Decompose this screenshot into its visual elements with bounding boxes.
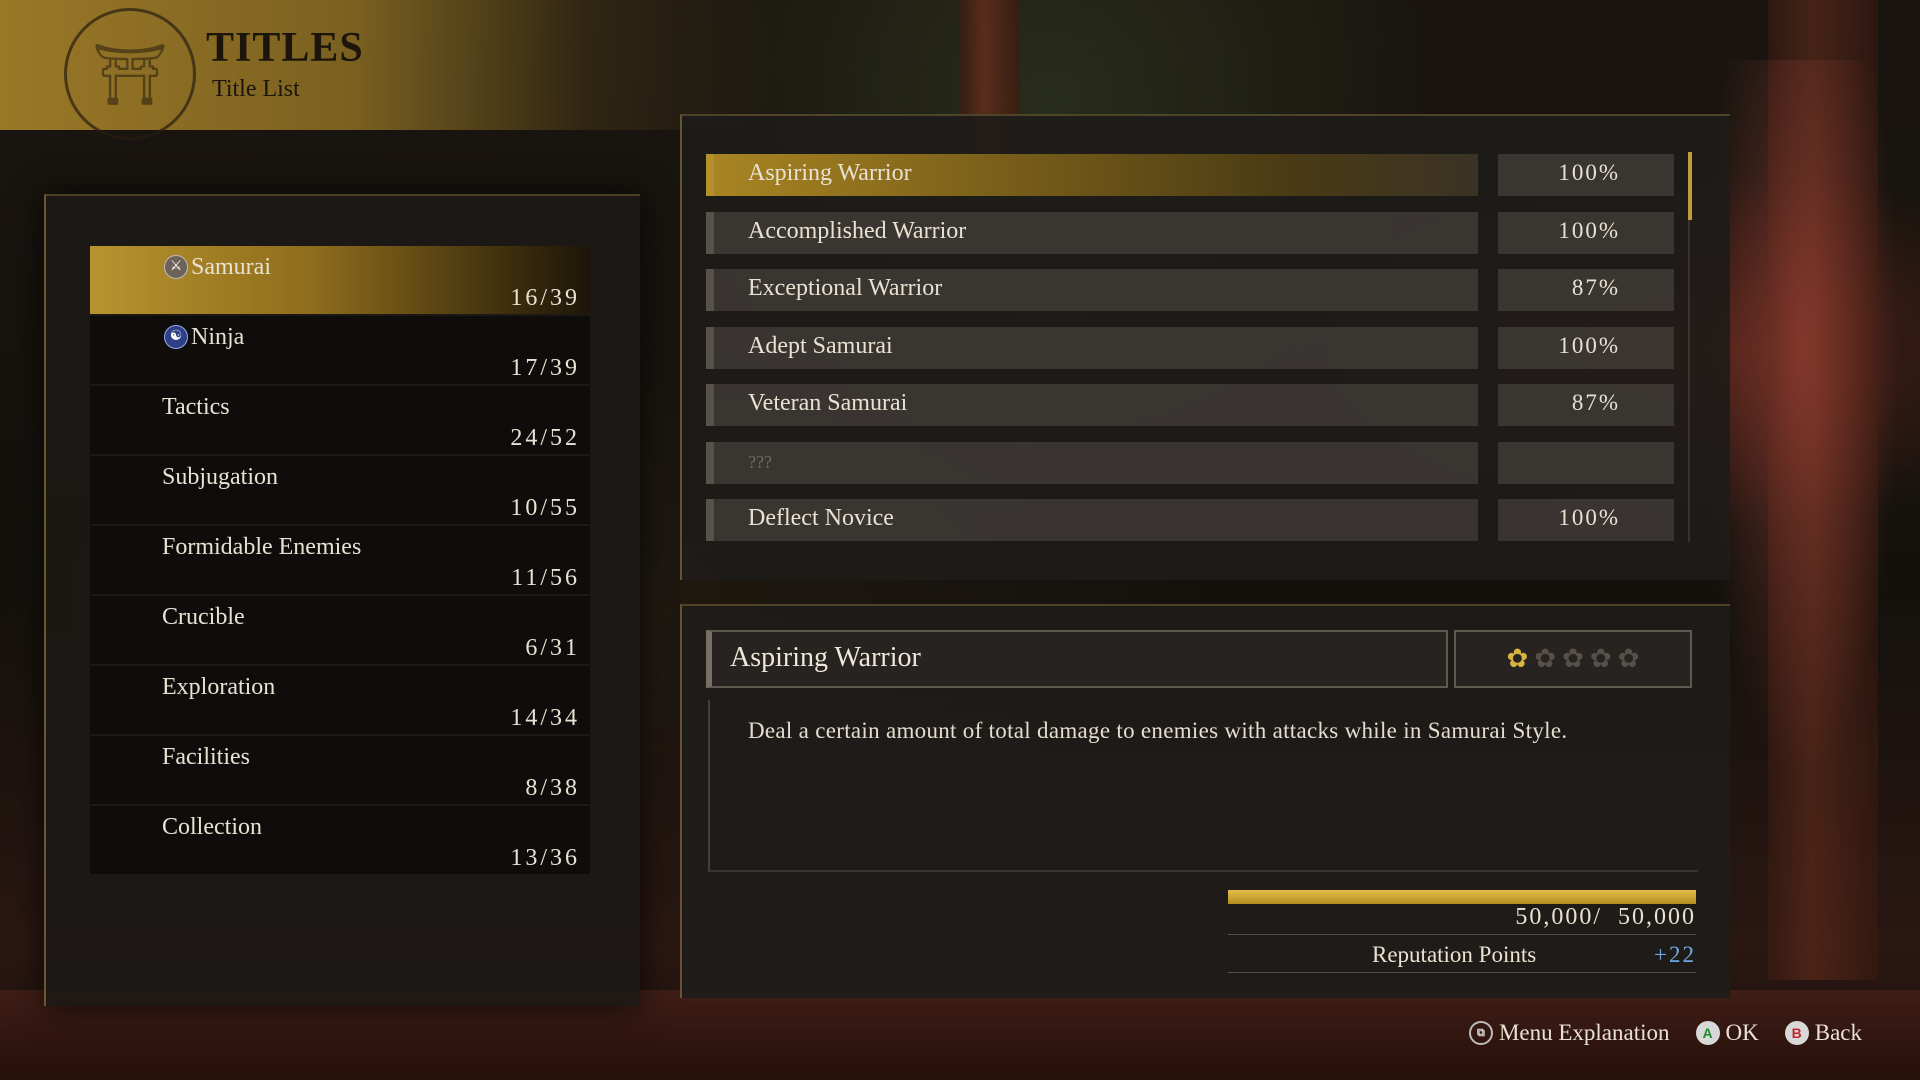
category-item[interactable]: Formidable Enemies 11/56 <box>90 526 590 594</box>
back-label: Back <box>1814 1020 1862 1045</box>
title-name: Exceptional Warrior <box>748 275 943 301</box>
category-label: Crucible <box>162 604 245 630</box>
title-row[interactable]: Exceptional Warrior 87% <box>706 269 1674 311</box>
category-item[interactable]: Collection 13/36 <box>90 806 590 874</box>
category-count: 14/34 <box>510 705 580 731</box>
category-label: Exploration <box>162 674 276 700</box>
category-item[interactable]: Facilities 8/38 <box>90 736 590 804</box>
category-count: 24/52 <box>510 425 580 451</box>
title-row[interactable]: ??? <box>706 441 1674 484</box>
category-item[interactable]: Exploration 14/34 <box>90 666 590 734</box>
title-name-cell: Accomplished Warrior <box>706 211 1478 254</box>
category-count: 8/38 <box>525 775 580 801</box>
title-name-cell: Adept Samurai <box>706 326 1478 369</box>
shrine-emblem-icon: ⛩ <box>64 8 196 140</box>
title-name-cell: Aspiring Warrior <box>706 154 1478 196</box>
title-name-cell: Deflect Novice <box>706 499 1478 541</box>
rank-flower-filled-icon: ✿ <box>1506 644 1529 673</box>
title-name: Deflect Novice <box>748 505 894 531</box>
title-percent: 87% <box>1571 275 1620 300</box>
reputation-value: +22 <box>1654 942 1696 967</box>
divider <box>1228 972 1696 973</box>
page-title: TITLES <box>206 25 364 71</box>
title-percent-cell: 100% <box>1498 326 1674 369</box>
background-character <box>1700 60 1900 780</box>
a-button-icon: A <box>1695 1021 1720 1045</box>
samurai-style-icon: ⚔ <box>164 255 188 279</box>
title-percent-cell: 87% <box>1498 269 1674 311</box>
category-label: Ninja <box>191 324 245 350</box>
category-item[interactable]: Tactics 24/52 <box>90 386 590 454</box>
rank-flower-empty-icon: ✿ <box>1589 644 1612 673</box>
view-button-icon: ⧉ <box>1468 1021 1493 1045</box>
category-label: Collection <box>162 814 262 840</box>
category-label: Tactics <box>162 394 230 420</box>
title-row[interactable]: Deflect Novice 100% <box>706 499 1674 541</box>
title-name-cell: Exceptional Warrior <box>706 269 1478 311</box>
title-percent-cell <box>1498 441 1674 484</box>
progress-bar <box>1228 890 1696 904</box>
detail-description: Deal a certain amount of total damage to… <box>748 718 1568 743</box>
title-row[interactable]: Adept Samurai 100% <box>706 326 1674 369</box>
controls-footer: ⧉ Menu Explanation A OK B Back <box>1468 1020 1862 1046</box>
category-label: Formidable Enemies <box>162 534 362 560</box>
title-percent-cell: 100% <box>1498 154 1674 196</box>
title-list: Aspiring Warrior 100% Accomplished Warrior… <box>706 154 1674 557</box>
rank-flower-empty-icon: ✿ <box>1562 644 1584 673</box>
ninja-style-icon: ☯ <box>164 325 188 349</box>
category-list: ⚔ Samurai 16/39 ☯ Ninja 17/39 Tactics 24/52 Subj… <box>90 246 590 876</box>
rank-rating: ✿ ✿ ✿ ✿ ✿ <box>1454 630 1692 688</box>
title-percent: 100% <box>1558 160 1620 185</box>
title-name: ??? <box>748 451 772 472</box>
title-name: Veteran Samurai <box>748 390 908 416</box>
category-label: Subjugation <box>162 464 279 490</box>
detail-title-name: Aspiring Warrior <box>730 642 921 673</box>
back-button[interactable]: B Back <box>1784 1020 1862 1046</box>
divider <box>1228 934 1696 935</box>
title-row[interactable]: Accomplished Warrior 100% <box>706 211 1674 254</box>
category-count: 6/31 <box>525 635 580 661</box>
progress-bar-fill <box>1228 890 1696 904</box>
title-percent: 100% <box>1558 332 1620 358</box>
title-name-cell: Veteran Samurai <box>706 384 1478 426</box>
title-percent-cell: 100% <box>1498 211 1674 254</box>
reputation-label: Reputation Points <box>1372 942 1537 967</box>
category-item[interactable]: Subjugation 10/55 <box>90 456 590 524</box>
title-percent-cell: 100% <box>1498 499 1674 541</box>
b-button-icon: B <box>1784 1021 1809 1045</box>
category-count: 17/39 <box>510 355 580 381</box>
menu-explanation-button[interactable]: ⧉ Menu Explanation <box>1468 1020 1670 1046</box>
title-percent: 100% <box>1558 217 1620 243</box>
category-item[interactable]: ⚔ Samurai 16/39 <box>90 246 590 314</box>
category-item[interactable]: Crucible 6/31 <box>90 596 590 664</box>
title-name: Aspiring Warrior <box>748 160 912 186</box>
title-percent-cell: 87% <box>1498 384 1674 426</box>
menu-explanation-label: Menu Explanation <box>1498 1020 1670 1045</box>
category-count: 10/55 <box>510 495 580 521</box>
title-name-cell: ??? <box>706 441 1478 484</box>
ok-label: OK <box>1725 1020 1759 1045</box>
category-label: Facilities <box>162 744 250 770</box>
category-count: 16/39 <box>510 285 580 311</box>
rank-flower-empty-icon: ✿ <box>1534 644 1557 673</box>
title-name: Accomplished Warrior <box>748 217 967 244</box>
page-subtitle: Title List <box>212 76 300 102</box>
detail-name-box: Aspiring Warrior <box>706 630 1448 688</box>
category-count: 13/36 <box>510 845 580 871</box>
title-percent: 87% <box>1571 390 1620 415</box>
rank-flower-empty-icon: ✿ <box>1617 644 1640 673</box>
title-percent: 100% <box>1558 505 1620 530</box>
ok-button[interactable]: A OK <box>1695 1020 1759 1046</box>
title-name: Adept Samurai <box>748 332 893 359</box>
category-count: 11/56 <box>511 565 580 591</box>
category-item[interactable]: ☯ Ninja 17/39 <box>90 316 590 384</box>
scrollbar-thumb[interactable] <box>1688 152 1692 220</box>
title-row[interactable]: Veteran Samurai 87% <box>706 384 1674 426</box>
category-label: Samurai <box>191 254 271 280</box>
title-row[interactable]: Aspiring Warrior 100% <box>706 154 1674 196</box>
progress-value: 50,000/ 50,000 <box>1515 904 1696 930</box>
